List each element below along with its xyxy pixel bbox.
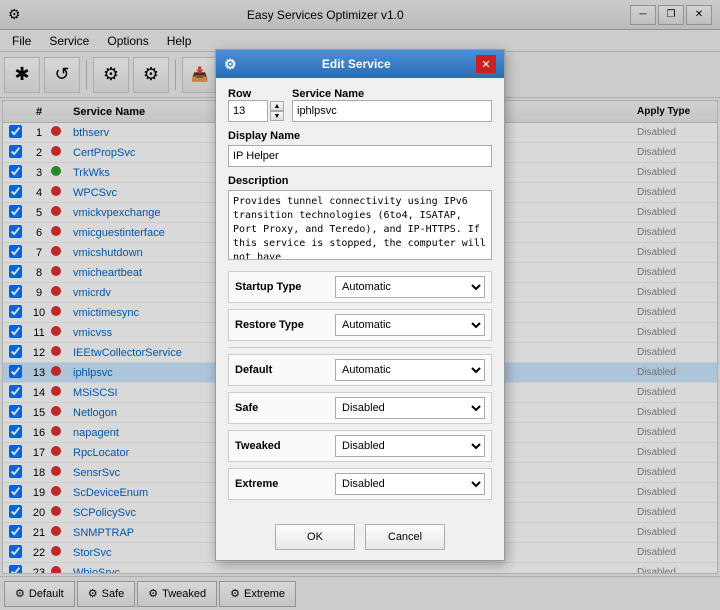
row-spinner: ▲ ▼	[270, 101, 284, 121]
row-service-name-row: Row ▲ ▼ Service Name	[228, 88, 492, 122]
modal-close-button[interactable]: ✕	[476, 55, 496, 73]
service-name-input[interactable]	[292, 100, 492, 122]
edit-service-modal: ⚙ Edit Service ✕ Row ▲ ▼	[215, 49, 505, 561]
safe-label: Safe	[235, 402, 335, 414]
modal-icon: ⚙	[224, 56, 237, 73]
ok-button[interactable]: OK	[275, 524, 355, 550]
display-name-label: Display Name	[228, 130, 492, 142]
description-label: Description	[228, 175, 492, 187]
extreme-label: Extreme	[235, 478, 335, 490]
description-textarea[interactable]: Provides tunnel connectivity using IPv6 …	[228, 190, 492, 260]
separator	[228, 347, 492, 348]
startup-type-select[interactable]: Automatic Automatic (Delayed) Manual Dis…	[335, 276, 485, 298]
tweaked-row: Tweaked Automatic Automatic (Delayed) Ma…	[228, 430, 492, 462]
modal-body: Row ▲ ▼ Service Name Display Name	[216, 78, 504, 516]
cancel-button[interactable]: Cancel	[365, 524, 445, 550]
modal-overlay: ⚙ Edit Service ✕ Row ▲ ▼	[0, 0, 720, 610]
restore-type-select[interactable]: Automatic Automatic (Delayed) Manual Dis…	[335, 314, 485, 336]
row-label: Row	[228, 88, 284, 100]
tweaked-select[interactable]: Automatic Automatic (Delayed) Manual Dis…	[335, 435, 485, 457]
modal-title-bar: ⚙ Edit Service ✕	[216, 50, 504, 78]
extreme-select[interactable]: Automatic Automatic (Delayed) Manual Dis…	[335, 473, 485, 495]
modal-title: Edit Service	[322, 57, 391, 71]
startup-type-row: Startup Type Automatic Automatic (Delaye…	[228, 271, 492, 303]
row-section: Row ▲ ▼	[228, 88, 284, 122]
default-label: Default	[235, 364, 335, 376]
extreme-row: Extreme Automatic Automatic (Delayed) Ma…	[228, 468, 492, 500]
safe-select[interactable]: Automatic Automatic (Delayed) Manual Dis…	[335, 397, 485, 419]
modal-footer: OK Cancel	[216, 516, 504, 560]
tweaked-label: Tweaked	[235, 440, 335, 452]
service-name-label: Service Name	[292, 88, 492, 100]
default-select[interactable]: Automatic Automatic (Delayed) Manual Dis…	[335, 359, 485, 381]
safe-row: Safe Automatic Automatic (Delayed) Manua…	[228, 392, 492, 424]
restore-type-row: Restore Type Automatic Automatic (Delaye…	[228, 309, 492, 341]
display-name-input[interactable]	[228, 145, 492, 167]
row-spin-down[interactable]: ▼	[270, 111, 284, 121]
default-row: Default Automatic Automatic (Delayed) Ma…	[228, 354, 492, 386]
row-input-group: ▲ ▼	[228, 100, 284, 122]
service-name-section: Service Name	[292, 88, 492, 122]
row-number-input[interactable]	[228, 100, 268, 122]
restore-type-label: Restore Type	[235, 319, 335, 331]
row-spin-up[interactable]: ▲	[270, 101, 284, 111]
startup-type-label: Startup Type	[235, 281, 335, 293]
